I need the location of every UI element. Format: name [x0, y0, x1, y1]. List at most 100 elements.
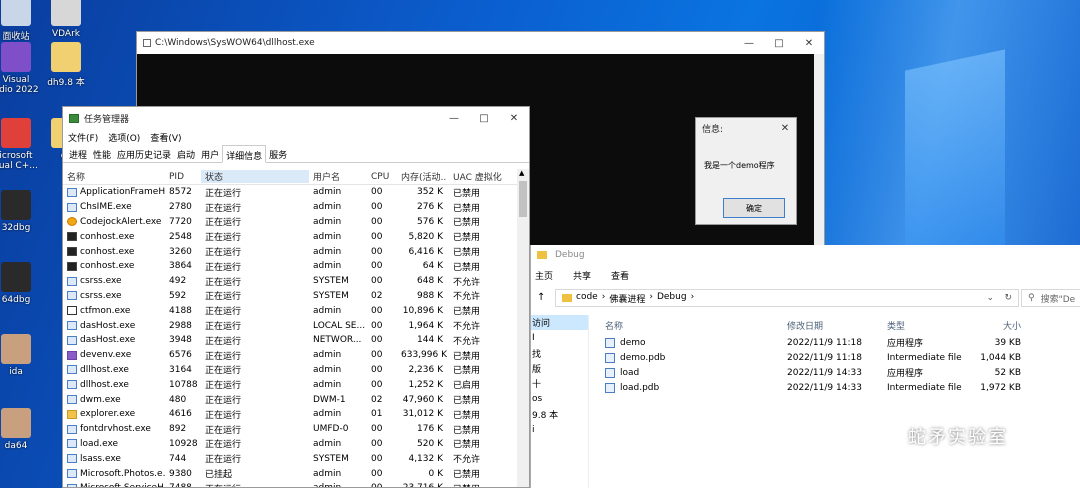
breadcrumb-item[interactable]: Debug	[657, 292, 687, 305]
table-row[interactable]: conhost.exe 3260 正在运行 admin 00 6,416 K 已禁用	[63, 244, 517, 259]
console-scrollbar[interactable]	[814, 54, 824, 247]
table-row[interactable]: dllhost.exe 10788 正在运行 admin 00 1,252 K 已启用	[63, 377, 517, 392]
breadcrumb-item[interactable]: code	[576, 292, 598, 305]
file-column-header[interactable]: 修改日期	[787, 319, 887, 332]
table-row[interactable]: CodejockAlert.exe 7720 正在运行 admin 00 576 K 已禁用	[63, 215, 517, 230]
desktop-icon[interactable]: da64	[0, 408, 46, 451]
minimize-button[interactable]: —	[734, 32, 764, 54]
nav-item[interactable]: I	[531, 330, 588, 345]
close-button[interactable]: ✕	[794, 32, 824, 54]
nav-item[interactable]: 版	[531, 361, 588, 376]
menu-item[interactable]: 文件(F)	[68, 131, 98, 144]
chevron-down-icon[interactable]: ⌄	[986, 293, 994, 303]
nav-item[interactable]: os	[531, 391, 588, 406]
ribbon-tab[interactable]: 共享	[573, 269, 591, 282]
address-bar[interactable]: code › 佛囊进程 › Debug › ⌄ ↻	[555, 289, 1019, 307]
tab-1[interactable]: 性能	[90, 145, 114, 162]
up-arrow-icon[interactable]: ↑	[537, 292, 545, 303]
desktop-icon[interactable]: VDArk	[36, 0, 96, 39]
ribbon-tab[interactable]: 查看	[611, 269, 629, 282]
desktop-icon[interactable]: 32dbg	[0, 190, 46, 233]
menu-item[interactable]: 选项(O)	[108, 131, 140, 144]
table-row[interactable]: dllhost.exe 3164 正在运行 admin 00 2,236 K 已禁用	[63, 363, 517, 378]
console-titlebar[interactable]: C:\Windows\SysWOW64\dllhost.exe — □ ✕	[137, 32, 824, 54]
column-header[interactable]: 名称	[63, 170, 165, 183]
file-name-cell: load.pdb	[601, 382, 787, 393]
ok-button[interactable]: 确定	[723, 198, 785, 218]
table-row[interactable]: dwm.exe 480 正在运行 DWM-1 02 47,960 K 已禁用	[63, 392, 517, 407]
table-row[interactable]: Microsoft.ServiceH...7488正在运行admin0023,7…	[63, 481, 517, 487]
table-row[interactable]: csrss.exe 492 正在运行 SYSTEM 00 648 K 不允许	[63, 274, 517, 289]
tab-4[interactable]: 用户	[198, 145, 222, 162]
maximize-button[interactable]: □	[764, 32, 794, 54]
table-row[interactable]: dasHost.exe 2988 正在运行 LOCAL SE... 00 1,964 K 不…	[63, 318, 517, 333]
cell-mem: 10,896 K	[402, 305, 443, 316]
explorer-titlebar[interactable]: Debug	[531, 245, 1080, 265]
nav-item[interactable]: 找	[531, 346, 588, 361]
cell-user: SYSTEM	[313, 290, 349, 301]
breadcrumb-item[interactable]: 佛囊进程	[609, 292, 645, 305]
file-column-header[interactable]: 名称	[601, 319, 787, 332]
file-date: 2022/11/9 11:18	[787, 337, 862, 348]
process-table[interactable]: 名称 PID 状态 用户名 CPU 内存(活动... UAC 虚拟化 Application…	[63, 169, 517, 487]
process-table-scrollbar[interactable]: ▲	[517, 169, 529, 487]
refresh-icon[interactable]: ↻	[1004, 293, 1012, 303]
file-row[interactable]: demo.pdb 2022/11/9 11:18 Intermediate file…	[601, 350, 1080, 365]
tab-2[interactable]: 应用历史记录	[114, 145, 174, 162]
dialog-close-button[interactable]: ✕	[774, 117, 796, 139]
desktop-icon[interactable]: ida	[0, 334, 46, 377]
table-row[interactable]: conhost.exe 3864 正在运行 admin 00 64 K 已禁用	[63, 259, 517, 274]
ribbon-tab[interactable]: 主页	[535, 269, 553, 282]
nav-item[interactable]	[531, 437, 588, 452]
tab-5[interactable]: 详细信息	[222, 145, 267, 163]
search-input[interactable]: ⚲ 搜索"De	[1021, 289, 1080, 307]
table-row[interactable]: ChsIME.exe 2780 正在运行 admin 00 276 K 已禁用	[63, 200, 517, 215]
column-header[interactable]: 状态	[201, 170, 309, 183]
file-column-header[interactable]: 类型	[887, 319, 971, 332]
process-icon	[67, 202, 77, 212]
column-header[interactable]: CPU	[367, 172, 397, 182]
column-header[interactable]: 内存(活动...	[397, 170, 447, 183]
desktop-icon[interactable]: 64dbg	[0, 262, 46, 305]
column-header[interactable]: 用户名	[309, 170, 367, 183]
maximize-button[interactable]: □	[469, 107, 499, 129]
dialog-titlebar[interactable]: 信息: ✕	[696, 118, 796, 138]
taskmgr-titlebar[interactable]: 任务管理器 — □ ✕	[63, 107, 529, 129]
scrollbar-thumb[interactable]	[519, 181, 527, 217]
tab-3[interactable]: 启动	[174, 145, 198, 162]
table-row[interactable]: devenv.exe 6576 正在运行 admin 00 633,996 K 已禁用	[63, 348, 517, 363]
nav-item[interactable]: 十	[531, 376, 588, 391]
column-header[interactable]: UAC 虚拟化	[447, 170, 517, 183]
menu-item[interactable]: 查看(V)	[150, 131, 181, 144]
table-row[interactable]: explorer.exe 4616 正在运行 admin 01 31,012 K 已禁用	[63, 407, 517, 422]
file-column-header[interactable]: 大小	[971, 319, 1021, 332]
table-row[interactable]: conhost.exe 2548 正在运行 admin 00 5,820 K 已禁用	[63, 229, 517, 244]
nav-item[interactable]: 9.8 本	[531, 407, 588, 422]
table-row[interactable]: dasHost.exe 3948 正在运行 NETWOR... 00 144 K 不允许	[63, 333, 517, 348]
tab-0[interactable]: 进程	[66, 145, 90, 162]
file-row[interactable]: load.pdb 2022/11/9 14:33 Intermediate file…	[601, 380, 1080, 395]
file-row[interactable]: demo 2022/11/9 11:18 应用程序 39 KB	[601, 335, 1080, 350]
nav-item[interactable]: i	[531, 422, 588, 437]
table-row[interactable]: lsass.exe 744 正在运行 SYSTEM 00 4,132 K 不允许	[63, 451, 517, 466]
desktop-icon-label: da64	[4, 441, 28, 451]
chevron-up-icon[interactable]: ▲	[519, 169, 524, 177]
table-row[interactable]: Microsoft.Photos.e... 9380 已挂起 admin 00 0 K 已禁…	[63, 466, 517, 481]
table-row[interactable]: load.exe 10928 正在运行 admin 00 520 K 已禁用	[63, 437, 517, 452]
file-row[interactable]: load 2022/11/9 14:33 应用程序 52 KB	[601, 365, 1080, 380]
desktop-icon[interactable]: dh9.8 本	[36, 42, 96, 88]
message-dialog[interactable]: 信息: ✕ 我是一个demo程序 确定	[695, 117, 797, 225]
table-row[interactable]: ctfmon.exe 4188 正在运行 admin 00 10,896 K 已禁用	[63, 303, 517, 318]
table-row[interactable]: fontdrvhost.exe 892 正在运行 UMFD-0 00 176 K 已禁用	[63, 422, 517, 437]
cell-pid: 744	[169, 453, 187, 464]
navigation-pane[interactable]: 访问 I 找版十 os 9.8 本i	[531, 315, 589, 488]
task-manager-window[interactable]: 任务管理器 — □ ✕ 文件(F) 选项(O) 查看(V) 进程 性能 应用历史记录 启动…	[62, 106, 530, 488]
nav-item[interactable]: 访问	[531, 315, 588, 331]
column-header[interactable]: PID	[165, 172, 201, 182]
close-button[interactable]: ✕	[499, 107, 529, 129]
table-row[interactable]: csrss.exe 592 正在运行 SYSTEM 02 988 K 不允许	[63, 289, 517, 304]
table-row[interactable]: ApplicationFrameH... 8572 正在运行 admin 00 352 K…	[63, 185, 517, 200]
cell-pid: 3164	[169, 364, 192, 375]
tab-6[interactable]: 服务	[266, 145, 290, 162]
minimize-button[interactable]: —	[439, 107, 469, 129]
